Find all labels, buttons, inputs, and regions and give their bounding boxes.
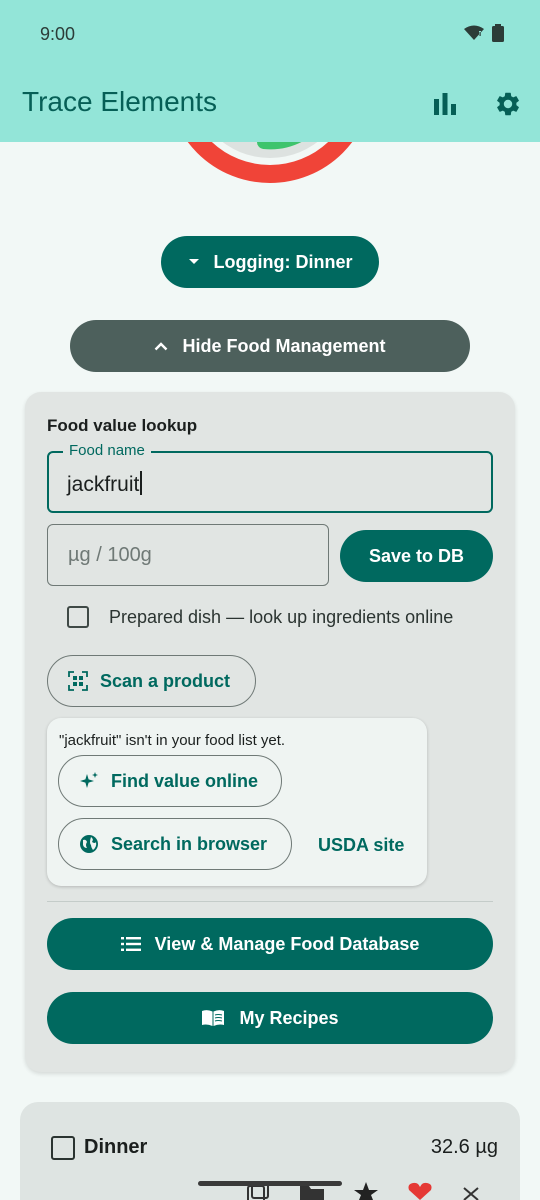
text-caret bbox=[140, 471, 143, 495]
hide-food-management-label: Hide Food Management bbox=[182, 335, 386, 356]
caret-down-icon bbox=[188, 259, 199, 264]
scan-product-label: Scan a product bbox=[100, 670, 231, 691]
logging-meal-button[interactable]: Logging: Dinner bbox=[161, 236, 379, 288]
intake-gauge bbox=[187, 142, 353, 183]
star-icon[interactable] bbox=[353, 1182, 379, 1200]
hide-food-management-button[interactable]: Hide Food Management bbox=[70, 320, 470, 372]
gesture-nav-bar[interactable] bbox=[198, 1181, 342, 1186]
my-recipes-label: My Recipes bbox=[239, 1007, 339, 1028]
not-found-message: "jackfruit" isn't in your food list yet. bbox=[59, 732, 286, 749]
meal-checkbox[interactable] bbox=[51, 1136, 75, 1160]
amount-placeholder: µg / 100g bbox=[68, 544, 152, 566]
food-name-value-wrap: jackfruit bbox=[67, 471, 143, 497]
prepared-dish-row[interactable]: Prepared dish — look up ingredients onli… bbox=[67, 606, 453, 628]
wifi-icon bbox=[464, 25, 484, 40]
chevron-up-icon bbox=[155, 342, 168, 351]
main-content[interactable]: Logging: Dinner Hide Food Management Foo… bbox=[0, 142, 540, 1200]
my-recipes-button[interactable]: My Recipes bbox=[47, 992, 493, 1044]
usda-site-link[interactable]: USDA site bbox=[318, 835, 404, 856]
meal-total: 32.6 µg bbox=[430, 1136, 498, 1158]
save-to-db-label: Save to DB bbox=[368, 545, 465, 566]
search-in-browser-label: Search in browser bbox=[111, 833, 268, 854]
card-heading: Food value lookup bbox=[47, 416, 198, 435]
view-manage-database-button[interactable]: View & Manage Food Database bbox=[47, 918, 493, 970]
prepared-dish-checkbox[interactable] bbox=[67, 606, 89, 628]
gear-icon bbox=[497, 92, 519, 116]
status-icons bbox=[464, 24, 504, 42]
sparkle-icon bbox=[80, 772, 98, 788]
find-value-online-label: Find value online bbox=[111, 770, 259, 791]
app-title: Trace Elements bbox=[22, 86, 218, 117]
list-icon bbox=[120, 937, 141, 951]
amount-field[interactable]: µg / 100g bbox=[47, 524, 329, 586]
save-to-db-button[interactable]: Save to DB bbox=[340, 530, 493, 582]
food-name-value: jackfruit bbox=[67, 473, 140, 496]
bar-chart-icon bbox=[434, 93, 456, 115]
close-icon[interactable] bbox=[461, 1182, 481, 1200]
food-lookup-card: Food value lookup Food name jackfruit µg… bbox=[25, 392, 515, 1072]
scan-product-button[interactable]: Scan a product bbox=[47, 655, 256, 707]
search-in-browser-button[interactable]: Search in browser bbox=[58, 818, 292, 870]
card-divider bbox=[47, 901, 493, 902]
status-bar: 9:00 bbox=[0, 0, 540, 68]
globe-icon bbox=[80, 835, 98, 853]
food-name-label: Food name bbox=[63, 442, 151, 459]
heart-icon[interactable] bbox=[407, 1182, 433, 1200]
prepared-dish-label: Prepared dish — look up ingredients onli… bbox=[109, 606, 454, 627]
battery-icon bbox=[492, 24, 504, 42]
stats-button[interactable] bbox=[427, 86, 463, 122]
find-value-online-button[interactable]: Find value online bbox=[58, 755, 282, 807]
qr-scan-icon bbox=[68, 671, 88, 691]
food-name-field[interactable]: Food name jackfruit bbox=[47, 442, 493, 513]
meal-name: Dinner bbox=[84, 1136, 148, 1158]
status-time: 9:00 bbox=[40, 24, 76, 44]
view-manage-database-label: View & Manage Food Database bbox=[154, 933, 420, 954]
lookup-result-panel: "jackfruit" isn't in your food list yet.… bbox=[47, 718, 427, 886]
logging-meal-label: Logging: Dinner bbox=[213, 251, 353, 272]
settings-button[interactable] bbox=[490, 86, 526, 122]
app-bar: Trace Elements bbox=[0, 68, 540, 142]
book-icon bbox=[202, 1010, 225, 1026]
